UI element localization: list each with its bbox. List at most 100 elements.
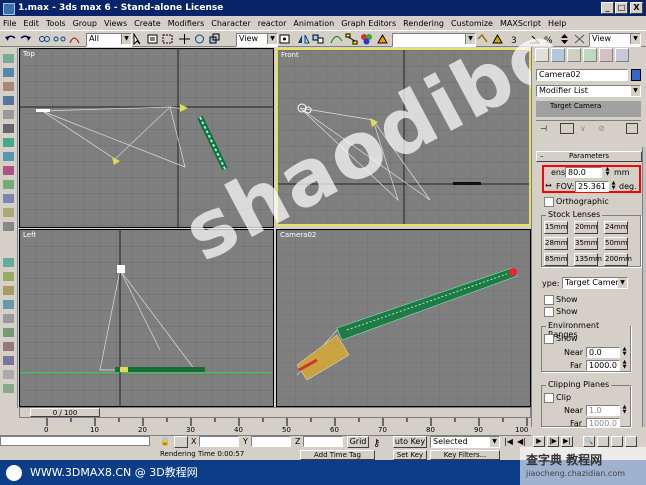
curve-editor-icon[interactable]: [330, 33, 343, 45]
zoom-extents-icon[interactable]: [611, 436, 623, 447]
create-tab-icon[interactable]: [535, 48, 549, 62]
viewport-top-label[interactable]: Top: [23, 50, 35, 58]
tool-2-icon[interactable]: [3, 272, 14, 281]
selection-set-dropdown[interactable]: Selected ▼: [430, 436, 500, 448]
pin-stack-icon[interactable]: ⊣: [540, 124, 552, 134]
key-filters-button[interactable]: Key Filters...: [430, 450, 500, 460]
pan-icon[interactable]: [625, 436, 637, 447]
play-icon[interactable]: ▶: [533, 436, 545, 447]
parameters-rollout-header[interactable]: – Parameters: [536, 151, 642, 162]
tool-8-icon[interactable]: [3, 356, 14, 365]
material-editor-icon[interactable]: [360, 33, 373, 45]
menu-animation[interactable]: Animation: [293, 19, 334, 28]
unlink-icon[interactable]: [53, 33, 66, 45]
create-shape-icon[interactable]: [3, 54, 14, 63]
set-key-button[interactable]: Set Key: [393, 450, 427, 460]
lens-85mm-button[interactable]: 85mm: [544, 253, 568, 266]
env-near-spinner[interactable]: ▲ ▼: [621, 347, 628, 357]
time-slider-thumb[interactable]: 0 / 100: [30, 408, 100, 417]
next-frame-icon[interactable]: |▶: [547, 436, 559, 447]
schematic-view-icon[interactable]: [345, 33, 358, 45]
env-far-input[interactable]: 1000.0: [586, 360, 620, 371]
make-unique-icon[interactable]: ∨: [580, 124, 592, 134]
menu-reactor[interactable]: reactor: [258, 19, 287, 28]
env-far-spinner[interactable]: ▲ ▼: [621, 360, 628, 370]
render-scene-icon[interactable]: [376, 33, 389, 45]
time-slider[interactable]: 0 / 100: [19, 407, 531, 418]
named-selection-dropdown[interactable]: View ▼: [589, 33, 641, 47]
spacewarp-icon[interactable]: [3, 110, 14, 119]
modify-tab-icon[interactable]: [551, 48, 565, 62]
clip-near-input[interactable]: 1.0: [586, 405, 620, 416]
motion-tab-icon[interactable]: [583, 48, 597, 62]
viewport-front-label[interactable]: Front: [281, 51, 299, 59]
object-name-field[interactable]: Camera02: [536, 69, 628, 81]
lens-28mm-button[interactable]: 28mm: [544, 237, 568, 250]
lens-24mm-button[interactable]: 24mm: [604, 221, 628, 234]
orthographic-checkbox[interactable]: [544, 197, 554, 207]
system-icon[interactable]: [3, 124, 14, 133]
helper-icon[interactable]: [3, 96, 14, 105]
menu-help[interactable]: Help: [548, 19, 566, 28]
undo-icon[interactable]: [4, 33, 17, 45]
menu-edit[interactable]: Edit: [23, 19, 39, 28]
viewport-left-label[interactable]: Left: [23, 231, 36, 239]
lock-selection-icon[interactable]: 🔒: [160, 437, 170, 447]
close-button[interactable]: X: [630, 2, 643, 14]
reference-coordinate-dropdown[interactable]: View ▼: [236, 33, 278, 47]
select-move-icon[interactable]: [178, 33, 191, 45]
rectangle-selection-icon[interactable]: [161, 33, 174, 45]
lens-50mm-button[interactable]: 50mm: [604, 237, 628, 250]
material-icon[interactable]: [3, 166, 14, 175]
select-by-name-icon[interactable]: [146, 33, 159, 45]
lens-35mm-button[interactable]: 35mm: [574, 237, 598, 250]
display-icon[interactable]: [3, 208, 14, 217]
zoom-all-icon[interactable]: [597, 436, 609, 447]
minimize-button[interactable]: _: [601, 2, 614, 14]
clip-manually-checkbox[interactable]: [544, 393, 554, 403]
maximize-button[interactable]: □: [615, 2, 628, 14]
bind-spacewarp-icon[interactable]: [68, 33, 81, 45]
previous-frame-icon[interactable]: ◀|: [517, 437, 527, 447]
modifier-list-dropdown[interactable]: Modifier List ▼: [536, 85, 641, 97]
align-icon[interactable]: [312, 33, 325, 45]
lens-135mm-button[interactable]: 135mm: [574, 253, 602, 266]
maxscript-listener[interactable]: [0, 436, 150, 446]
menu-group[interactable]: Group: [73, 19, 97, 28]
display-tab-icon[interactable]: [599, 48, 613, 62]
tool-10-icon[interactable]: [3, 384, 14, 393]
lens-15mm-button[interactable]: 15mm: [544, 221, 568, 234]
fov-input[interactable]: 25.361: [575, 181, 609, 192]
show-end-result-icon[interactable]: [560, 123, 574, 134]
lens-200mm-button[interactable]: 200mm: [604, 253, 632, 266]
lens-input[interactable]: 80.0: [565, 167, 602, 178]
env-show-checkbox[interactable]: [544, 334, 554, 344]
hierarchy-tab-icon[interactable]: [567, 48, 581, 62]
camera-type-dropdown[interactable]: Target Camer ▼: [562, 277, 628, 289]
fov-spinner[interactable]: ▲ ▼: [610, 181, 617, 191]
absolute-mode-icon[interactable]: [174, 436, 188, 448]
y-coordinate-input[interactable]: [251, 436, 291, 447]
select-scale-icon[interactable]: [208, 33, 221, 45]
lens-20mm-button[interactable]: 20mm: [574, 221, 598, 234]
key-icon[interactable]: ⚷: [373, 438, 391, 449]
tool-4-icon[interactable]: [3, 300, 14, 309]
object-color-swatch[interactable]: [631, 69, 641, 81]
go-to-start-icon[interactable]: |◀: [504, 437, 514, 447]
x-coordinate-input[interactable]: [199, 436, 239, 447]
tool-1-icon[interactable]: [3, 258, 14, 267]
light-icon[interactable]: [3, 68, 14, 77]
add-time-tag-button[interactable]: Add Time Tag: [300, 450, 375, 460]
modifier-stack-item[interactable]: Target Camera: [536, 101, 641, 111]
utility-icon[interactable]: [3, 222, 14, 231]
tool-9-icon[interactable]: [3, 370, 14, 379]
tool-3-icon[interactable]: [3, 286, 14, 295]
remove-modifier-icon[interactable]: ⊘: [598, 124, 610, 134]
reactor-icon[interactable]: [3, 138, 14, 147]
menu-modifiers[interactable]: Modifiers: [168, 19, 205, 28]
clip-far-input[interactable]: 1000.0: [586, 418, 620, 428]
zoom-icon[interactable]: 🔍: [583, 436, 595, 447]
camera-icon[interactable]: [3, 82, 14, 91]
viewport-camera[interactable]: Camera02: [276, 229, 531, 407]
go-to-end-icon[interactable]: ▶|: [561, 436, 573, 447]
